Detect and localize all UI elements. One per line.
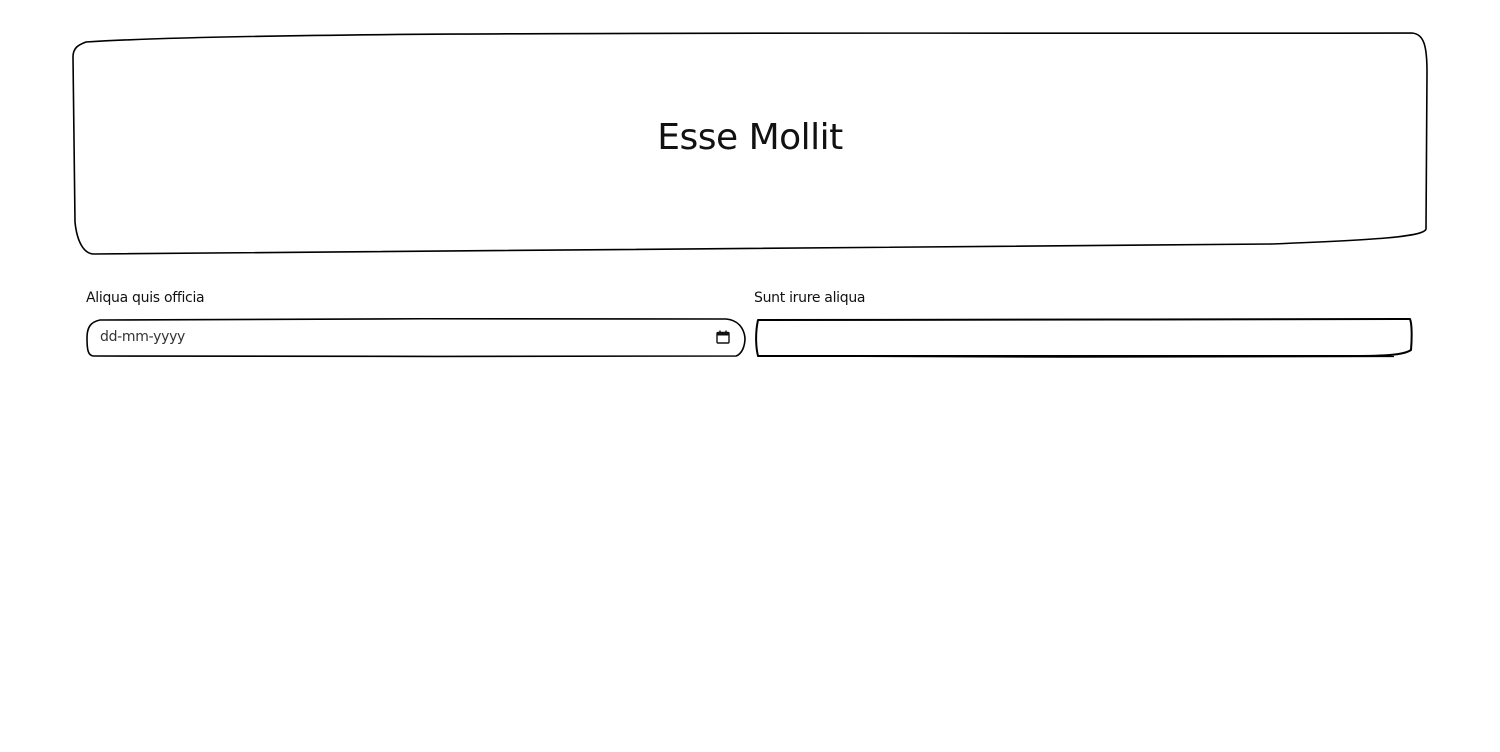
date-field-group: Aliqua quis officia dd-mm-yyyy [86,288,746,358]
page: Esse Mollit Aliqua quis officia dd-mm-yy… [0,0,1500,752]
header-card: Esse Mollit [72,32,1428,255]
page-title: Esse Mollit [657,117,843,158]
date-field-label: Aliqua quis officia [86,290,205,306]
text-field-box[interactable] [754,318,1414,358]
date-input[interactable]: dd-mm-yyyy [86,317,746,358]
calendar-icon[interactable] [716,330,730,344]
text-input[interactable] [758,322,1414,352]
text-field-group: Sunt irure aliqua [754,288,1414,358]
date-placeholder: dd-mm-yyyy [100,329,186,345]
text-field-label: Sunt irure aliqua [754,290,866,306]
